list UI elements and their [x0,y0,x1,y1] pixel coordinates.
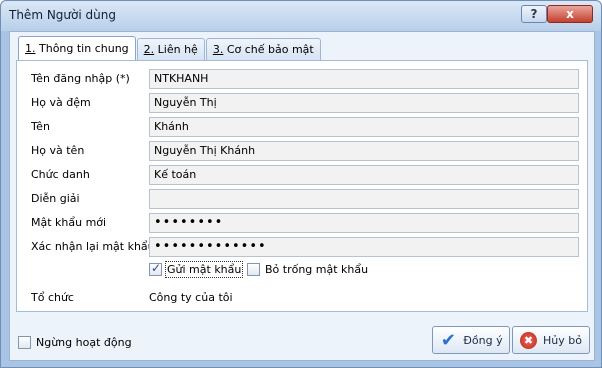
cancel-button-label: Hủy bỏ [543,333,582,347]
inactive-checkbox[interactable] [18,336,31,349]
tab-label: Liên hệ [157,43,198,56]
description-label: Diễn giải [31,192,80,205]
blank-password-checkbox[interactable] [247,263,260,276]
send-password-checkbox[interactable] [149,261,162,276]
middle-name-label: Họ và đệm [31,96,91,109]
dialog-window: Thêm Người dùng ? x 1. Thông tin chung 2… [0,0,602,368]
cancel-button[interactable]: ✖ Hủy bỏ [512,326,590,354]
description-row: Diễn giải [17,189,587,209]
blank-password-label[interactable]: Bỏ trống mật khẩu [265,263,368,276]
first-name-field[interactable]: Khánh [149,117,579,137]
organization-value: Công ty của tôi [149,291,233,304]
ok-button[interactable]: ✔ Đồng ý [432,326,510,354]
close-button[interactable]: x [547,5,593,23]
middle-name-field[interactable]: Nguyễn Thị [149,93,579,113]
confirm-password-row: Xác nhận lại mật khẩu ••••••••••••• [17,237,587,257]
username-label: Tên đăng nhập (*) [31,72,130,85]
ok-button-label: Đồng ý [463,333,503,347]
full-name-label: Họ và tên [31,144,85,157]
title-bar: Thêm Người dùng ? x [1,1,601,31]
confirm-password-field[interactable]: ••••••••••••• [149,237,579,257]
tab-key: 3. [212,43,224,56]
tab-strip: 1. Thông tin chung 2. Liên hệ 3. Cơ chế … [18,36,322,60]
username-row: Tên đăng nhập (*) NTKHANH [17,69,587,89]
position-row: Chức danh Kế toán [17,165,587,185]
new-password-label: Mật khẩu mới [31,216,107,229]
organization-label: Tổ chức [31,291,74,304]
middle-name-row: Họ và đệm Nguyễn Thị [17,93,587,113]
full-name-field[interactable]: Nguyễn Thị Khánh [149,141,579,161]
dialog-client-area: 1. Thông tin chung 2. Liên hệ 3. Cơ chế … [9,31,595,361]
first-name-label: Tên [31,120,50,133]
checkmark-icon: ✔ [440,329,456,351]
first-name-row: Tên Khánh [17,117,587,137]
window-title: Thêm Người dùng [9,8,116,22]
tab-contact[interactable]: 2. Liên hệ [136,38,205,60]
confirm-password-label: Xác nhận lại mật khẩu [31,240,155,253]
tab-key: 1. [25,42,36,55]
new-password-field[interactable]: •••••••• [149,213,579,233]
position-label: Chức danh [31,168,90,181]
cancel-icon: ✖ [520,331,538,349]
password-options: Gửi mật khẩu Bỏ trống mật khẩu [149,261,549,279]
inactive-label[interactable]: Ngừng hoạt động [36,336,132,349]
help-button[interactable]: ? [521,5,547,23]
organization-row: Tổ chức Công ty của tôi [17,288,587,308]
new-password-row: Mật khẩu mới •••••••• [17,213,587,233]
full-name-row: Họ và tên Nguyễn Thị Khánh [17,141,587,161]
tab-general-info[interactable]: 1. Thông tin chung [18,36,136,60]
position-field[interactable]: Kế toán [149,165,579,185]
send-password-label[interactable]: Gửi mật khẩu [164,261,244,278]
tab-key: 2. [143,43,155,56]
tab-label: Thông tin chung [39,42,129,55]
tab-security[interactable]: 3. Cơ chế bảo mật [205,38,321,60]
general-info-panel: Tên đăng nhập (*) NTKHANH Họ và đệm Nguy… [16,60,588,312]
tab-label: Cơ chế bảo mật [226,43,314,56]
description-field[interactable] [149,189,579,209]
username-field[interactable]: NTKHANH [149,69,579,89]
inactive-option: Ngừng hoạt động [18,334,158,352]
